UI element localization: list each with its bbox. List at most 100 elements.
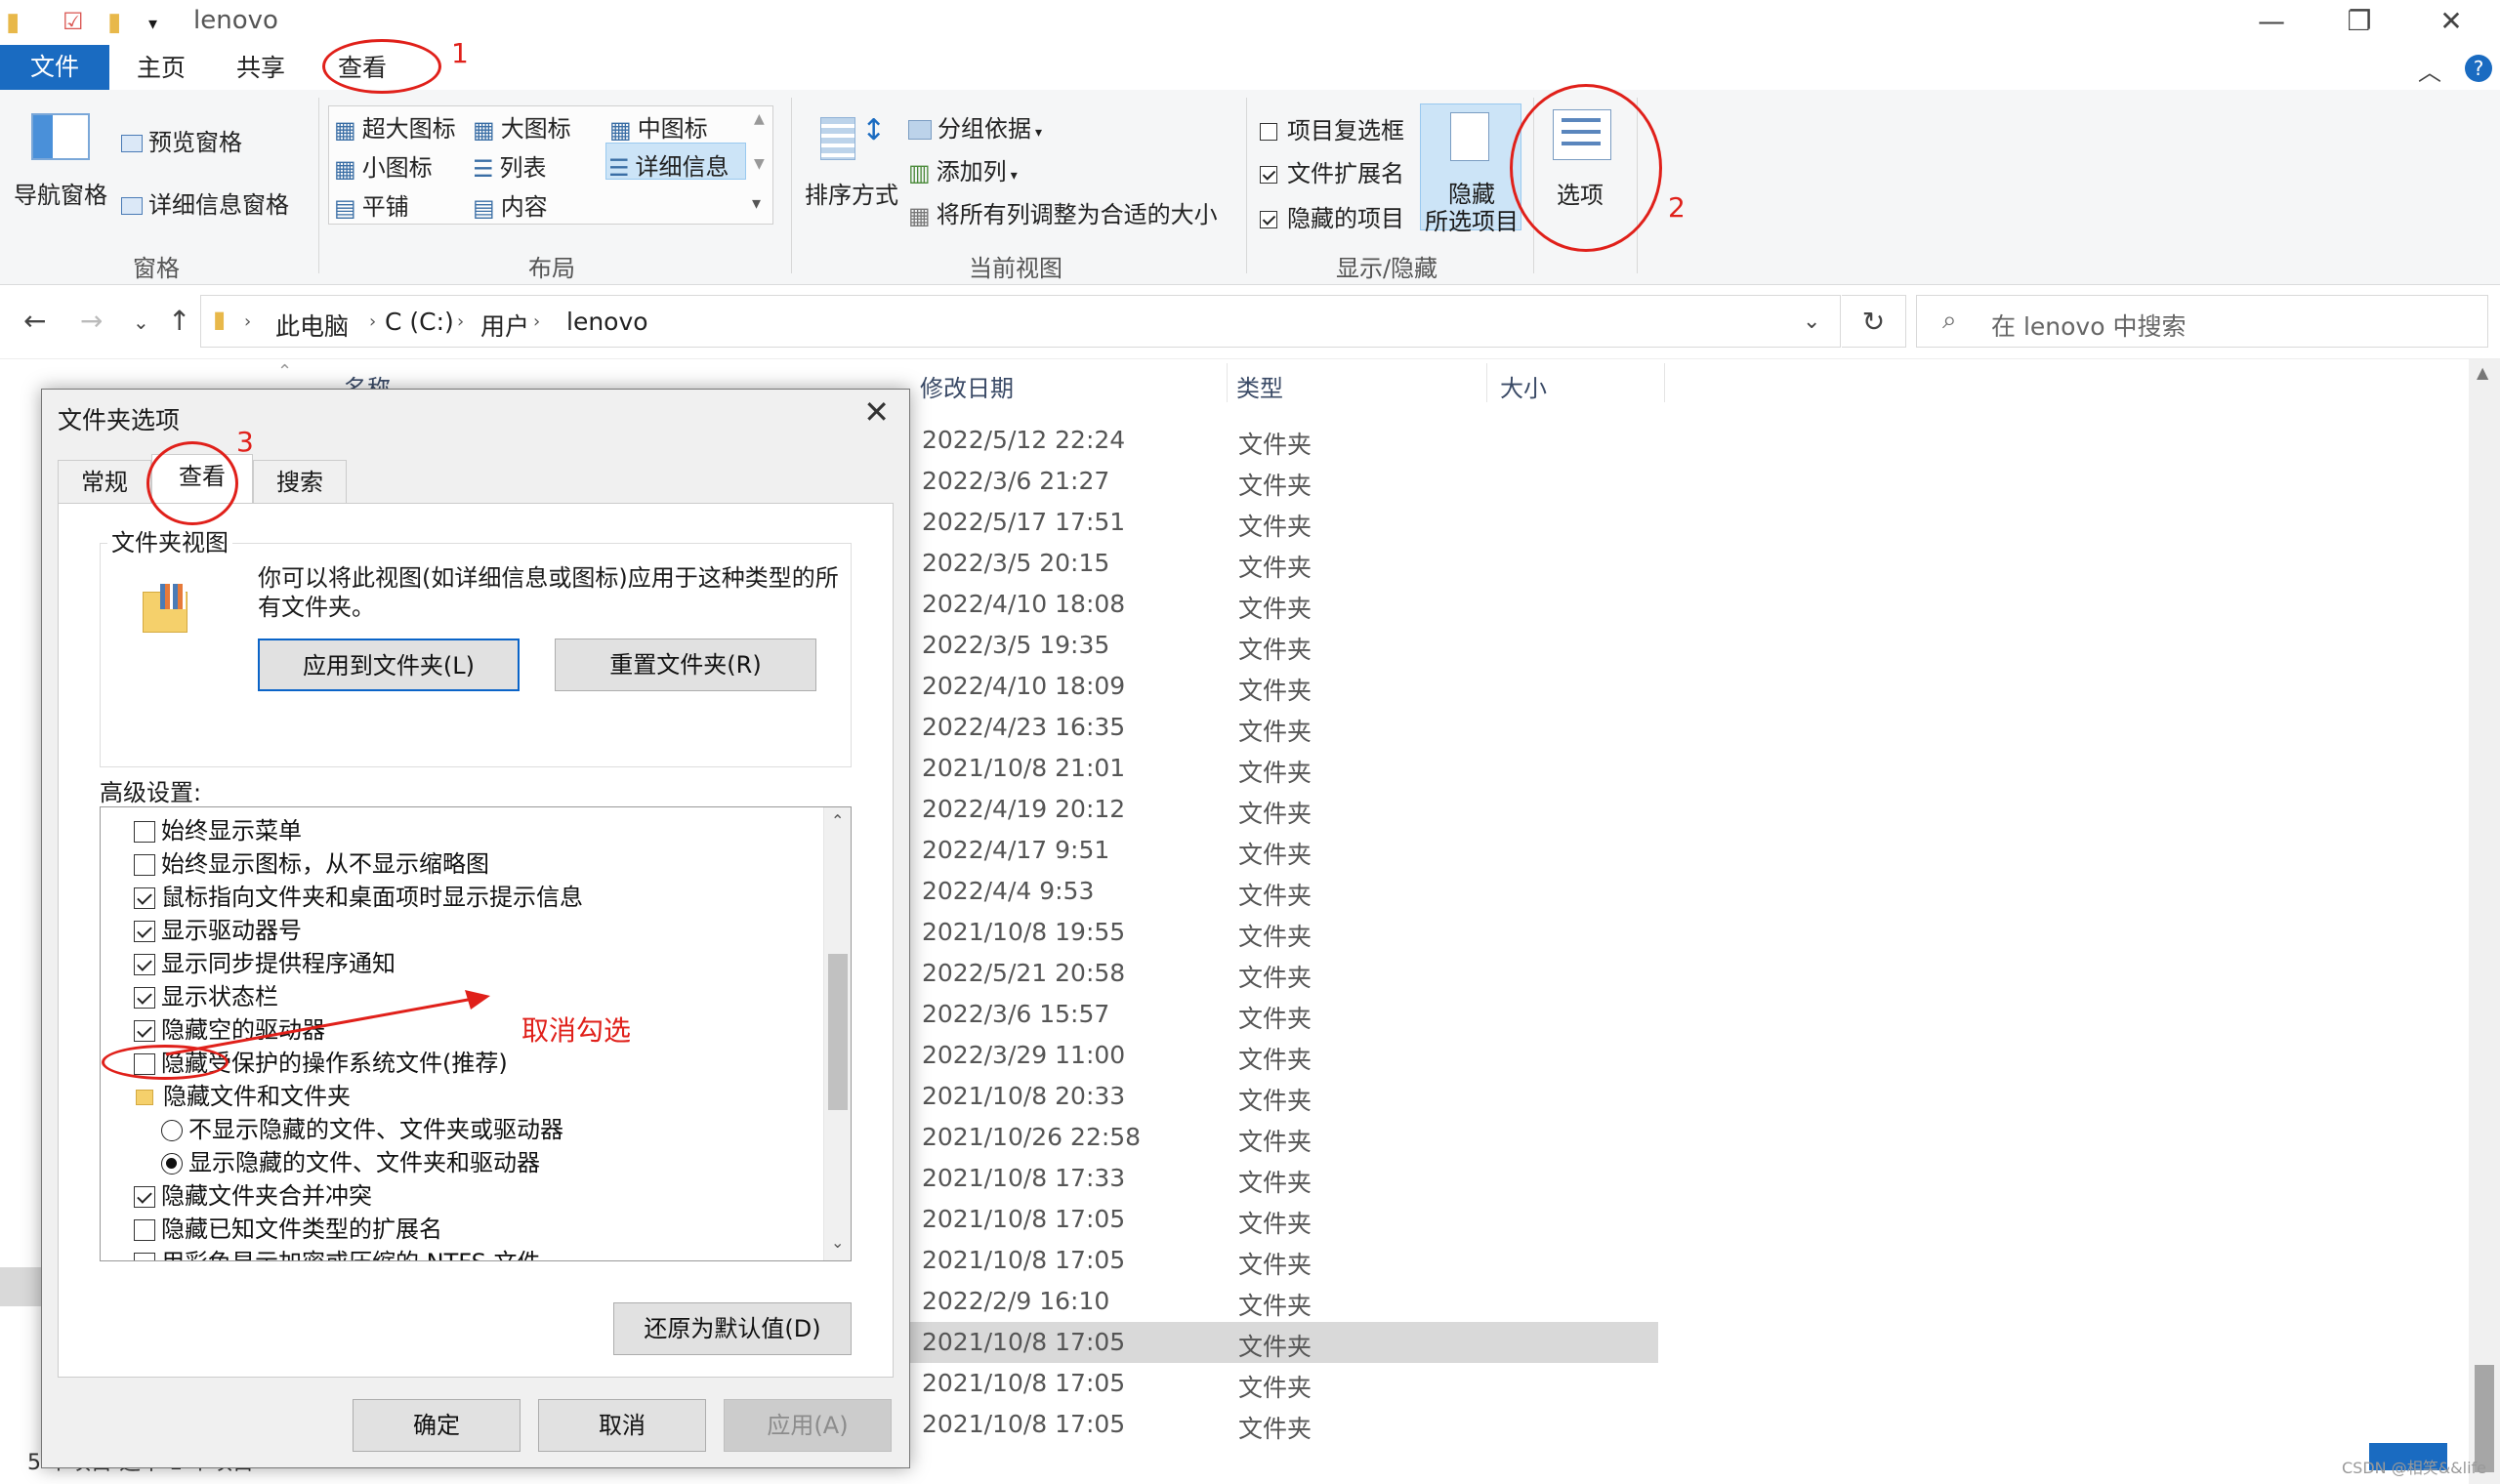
restore-button[interactable]: ❐ [2320, 2, 2398, 41]
breadcrumb-separator-icon[interactable]: › [457, 311, 464, 332]
layout-tiles[interactable]: ▤ 平铺 [334, 187, 409, 222]
advanced-setting-item[interactable]: 不显示隐藏的文件、文件夹或驱动器 [161, 1110, 563, 1144]
layout-large-icons[interactable]: ▦ 大图标 [473, 109, 571, 144]
column-header-type[interactable]: 类型 [1236, 369, 1283, 403]
setting-checkbox[interactable] [134, 821, 155, 843]
gallery-up-icon[interactable]: ▲ [754, 111, 765, 127]
cancel-button[interactable]: 取消 [538, 1399, 706, 1452]
new-folder-icon[interactable]: ▮ [107, 8, 121, 37]
details-pane-button[interactable]: 详细信息窗格 [121, 186, 289, 220]
layout-content[interactable]: ▤ 内容 [473, 187, 548, 222]
advanced-setting-item[interactable]: 始终显示图标，从不显示缩略图 [134, 845, 489, 879]
refresh-icon[interactable]: ↻ [1842, 295, 1906, 348]
column-header-date[interactable]: 修改日期 [920, 369, 1014, 403]
advanced-setting-item[interactable]: 隐藏文件夹合并冲突 [134, 1176, 372, 1211]
advanced-scrollbar[interactable]: ⌃ ⌄ [823, 807, 851, 1260]
setting-checkbox[interactable] [134, 1186, 155, 1208]
tab-general[interactable]: 常规 [58, 460, 151, 503]
minimize-button[interactable]: — [2232, 2, 2311, 41]
ok-button[interactable]: 确定 [353, 1399, 521, 1452]
layout-small-icons[interactable]: ▦ 小图标 [334, 148, 433, 183]
nav-pane-selection[interactable] [0, 1267, 41, 1306]
preview-pane-button[interactable]: 预览窗格 [121, 123, 242, 157]
dialog-close-icon[interactable]: ✕ [863, 393, 890, 431]
layout-medium-icons[interactable]: ▦ 中图标 [609, 109, 708, 144]
advanced-setting-item[interactable]: 隐藏已知文件类型的扩展名 [134, 1210, 442, 1244]
setting-checkbox[interactable] [134, 854, 155, 876]
properties-icon[interactable]: ☑ [62, 8, 84, 35]
navigation-pane-button[interactable]: 导航窗格 [14, 176, 107, 210]
file-extensions-toggle[interactable]: 文件扩展名 [1260, 154, 1404, 188]
setting-checkbox[interactable] [134, 1253, 155, 1260]
advanced-scroll-thumb[interactable] [828, 954, 848, 1110]
advanced-setting-item[interactable]: 显示隐藏的文件、文件夹和驱动器 [161, 1143, 540, 1177]
breadcrumb-separator-icon[interactable]: › [369, 311, 376, 332]
apply-button[interactable]: 应用(A) [724, 1399, 892, 1452]
hidden-items-toggle[interactable]: 隐藏的项目 [1260, 199, 1404, 233]
collapse-ribbon-icon[interactable]: ︿ [2418, 53, 2441, 87]
setting-checkbox[interactable] [134, 1020, 155, 1042]
hide-selected-items-button[interactable]: 隐藏 所选项目 [1420, 103, 1521, 235]
navigation-pane-icon[interactable] [31, 113, 90, 160]
recent-chevron-icon[interactable]: ⌄ [133, 310, 149, 334]
forward-arrow-icon[interactable]: → [80, 305, 103, 337]
setting-checkbox[interactable] [134, 921, 155, 942]
sort-by-button[interactable]: 排序方式 [805, 176, 898, 210]
setting-checkbox[interactable] [134, 1219, 155, 1241]
breadcrumb-c-drive[interactable]: C (C:) [385, 308, 454, 336]
advanced-setting-item[interactable]: 隐藏文件和文件夹 [134, 1077, 351, 1111]
sort-by-icon[interactable]: ↕ [820, 113, 886, 164]
back-arrow-icon[interactable]: ← [23, 305, 46, 337]
column-divider[interactable] [1664, 363, 1665, 402]
restore-defaults-button[interactable]: 还原为默认值(D) [613, 1302, 852, 1355]
layout-extra-large-icons[interactable]: ▦ 超大图标 [334, 109, 456, 144]
help-icon[interactable]: ? [2465, 55, 2492, 82]
apply-to-folders-button[interactable]: 应用到文件夹(L) [258, 639, 520, 691]
advanced-setting-item[interactable]: 显示同步提供程序通知 [134, 944, 396, 978]
advanced-setting-item[interactable]: 始终显示菜单 [134, 811, 302, 845]
breadcrumb-separator-icon[interactable]: › [533, 311, 540, 332]
tab-home[interactable]: 主页 [127, 49, 195, 88]
size-all-columns-button[interactable]: ▦ 将所有列调整为合适的大小 [908, 195, 1218, 229]
advanced-setting-item[interactable]: 鼠标指向文件夹和桌面项时显示提示信息 [134, 878, 583, 912]
breadcrumb-separator-icon[interactable]: › [244, 311, 251, 332]
tab-search[interactable]: 搜索 [253, 460, 347, 503]
item-checkboxes-checkbox[interactable] [1260, 123, 1277, 141]
advanced-setting-item[interactable]: 用彩色显示加密或压缩的 NTFS 文件 [134, 1243, 541, 1260]
close-button[interactable]: ✕ [2412, 2, 2490, 41]
scroll-down-icon[interactable]: ⌄ [831, 1233, 844, 1252]
setting-checkbox[interactable] [134, 887, 155, 909]
group-by-button[interactable]: 分组依据 ▾ [908, 109, 1042, 144]
hidden-items-checkbox[interactable] [1260, 211, 1277, 228]
breadcrumb-this-pc[interactable]: 此电脑 [275, 308, 349, 343]
column-divider[interactable] [1486, 363, 1487, 402]
breadcrumb-lenovo[interactable]: lenovo [566, 308, 648, 336]
tab-file[interactable]: 文件 [0, 45, 109, 90]
setting-checkbox[interactable] [134, 987, 155, 1009]
file-list-scrollbar[interactable]: ▲ [2469, 359, 2500, 1484]
file-extensions-checkbox[interactable] [1260, 166, 1277, 184]
setting-radio[interactable] [161, 1120, 183, 1141]
up-arrow-icon[interactable]: ↑ [168, 305, 190, 337]
column-divider[interactable] [1227, 363, 1228, 402]
column-header-size[interactable]: 大小 [1500, 369, 1547, 403]
path-box[interactable]: ▮ › 此电脑 › C (C:) › 用户 › lenovo ⌄ [200, 295, 1841, 348]
reset-folders-button[interactable]: 重置文件夹(R) [555, 639, 816, 691]
setting-checkbox[interactable] [134, 954, 155, 975]
qat-dropdown-icon[interactable]: ▾ [148, 14, 157, 34]
setting-radio[interactable] [161, 1153, 183, 1175]
group-by-icon [908, 120, 932, 140]
add-columns-button[interactable]: ▥ 添加列 ▾ [908, 152, 1018, 186]
breadcrumb-users[interactable]: 用户 [480, 308, 529, 343]
gallery-down-icon[interactable]: ▼ [754, 156, 765, 172]
tab-share[interactable]: 共享 [227, 49, 295, 88]
advanced-setting-item[interactable]: 显示驱动器号 [134, 911, 302, 945]
layout-list[interactable]: ☰ 列表 [473, 148, 547, 183]
scroll-up-icon[interactable]: ⌃ [831, 811, 844, 830]
scroll-up-icon[interactable]: ▲ [2477, 363, 2488, 382]
layout-details[interactable]: ☰ 详细信息 [605, 143, 746, 182]
search-input[interactable]: ⌕ 在 lenovo 中搜索 [1916, 295, 2488, 348]
address-dropdown-icon[interactable]: ⌄ [1803, 309, 1820, 334]
item-checkboxes-toggle[interactable]: 项目复选框 [1260, 111, 1404, 145]
gallery-more-icon[interactable]: ▾ [752, 193, 761, 214]
